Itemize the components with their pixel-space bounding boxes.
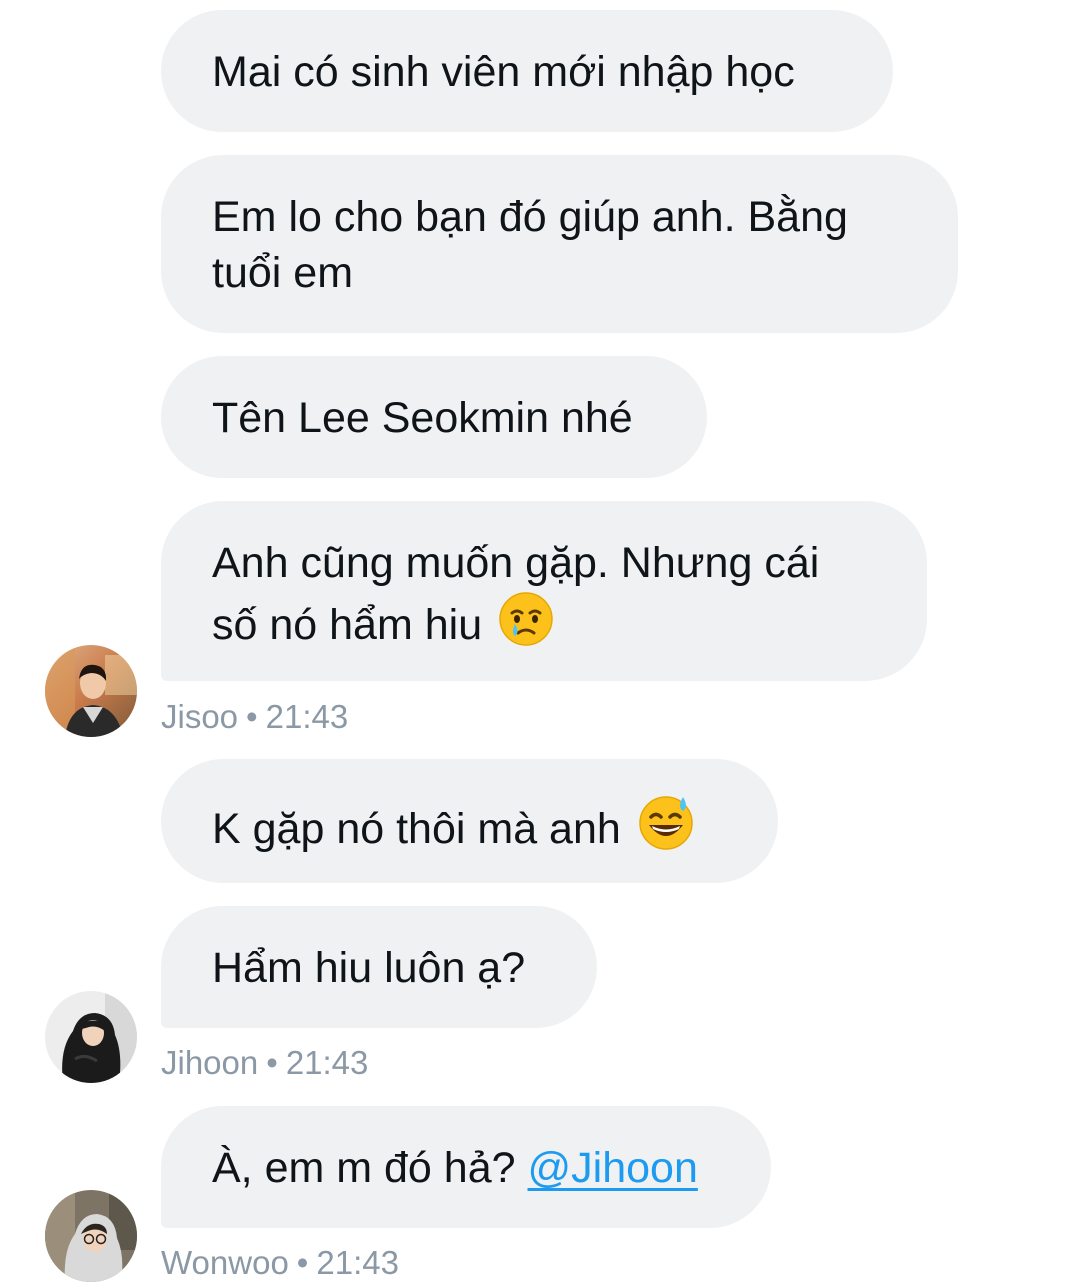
grinning-sweat-face-icon	[637, 793, 695, 865]
avatar-jisoo-icon	[45, 645, 137, 737]
sender-name[interactable]: Jihoon	[161, 1044, 258, 1081]
message-text: Hẩm hiu luôn ạ?	[212, 944, 526, 992]
message-meta: Jihoon • 21:43	[161, 1043, 368, 1083]
message-bubble[interactable]: Em lo cho bạn đó giúp anh. Bằng tuổi em	[161, 155, 958, 333]
sender-name[interactable]: Wonwoo	[161, 1244, 289, 1281]
message-bubble[interactable]: Tên Lee Seokmin nhé	[161, 356, 707, 478]
timestamp: 21:43	[285, 1044, 369, 1081]
avatar[interactable]	[45, 991, 137, 1083]
message-meta: Wonwoo • 21:43	[161, 1243, 399, 1283]
message-text: À, em m đó hả?	[212, 1144, 528, 1192]
message-text: Em lo cho bạn đó giúp anh. Bằng tuổi em	[212, 193, 848, 297]
separator: •	[246, 698, 258, 735]
message-text: Tên Lee Seokmin nhé	[212, 394, 633, 442]
message-text: Mai có sinh viên mới nhập học	[212, 48, 795, 96]
message-bubble[interactable]: Mai có sinh viên mới nhập học	[161, 10, 893, 132]
avatar-jihoon-icon	[45, 991, 137, 1083]
message-meta: Jisoo • 21:43	[161, 697, 348, 737]
message-bubble[interactable]: Hẩm hiu luôn ạ?	[161, 906, 597, 1028]
timestamp: 21:43	[316, 1244, 399, 1281]
separator: •	[266, 1044, 278, 1081]
mention-link[interactable]: @Jihoon	[528, 1144, 698, 1192]
timestamp: 21:43	[265, 698, 349, 735]
message-bubble[interactable]: À, em m đó hả? @Jihoon	[161, 1106, 771, 1228]
separator: •	[296, 1244, 309, 1281]
avatar[interactable]	[45, 1190, 137, 1282]
message-bubble[interactable]: K gặp nó thôi mà anh	[161, 759, 778, 883]
sender-name[interactable]: Jisoo	[161, 698, 238, 735]
avatar[interactable]	[45, 645, 137, 737]
message-text: K gặp nó thôi mà anh	[212, 805, 621, 853]
avatar-wonwoo-icon	[45, 1190, 137, 1282]
message-bubble[interactable]: Anh cũng muốn gặp. Nhưng cái số nó hẩm h…	[161, 501, 927, 681]
crying-face-icon	[498, 591, 554, 661]
